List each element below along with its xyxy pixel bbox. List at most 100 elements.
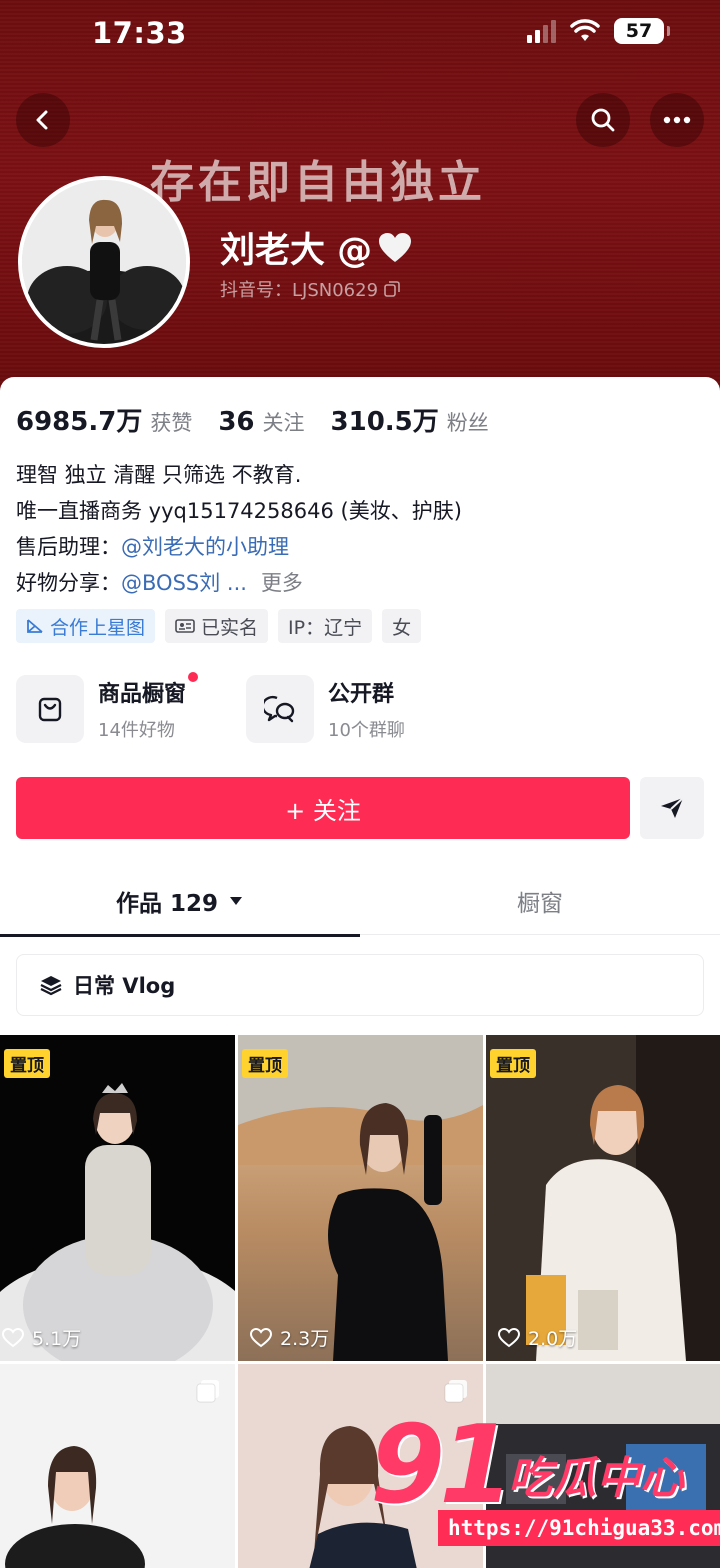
caret-down-icon	[230, 897, 243, 905]
heart-outline-icon	[250, 1327, 272, 1347]
service-public-group[interactable]: 公开群 10个群聊	[246, 675, 446, 743]
banner-text: 存在即自由独立	[150, 157, 486, 208]
tab-label: 橱窗	[517, 891, 563, 917]
bio-line: 售后助理：@刘老大的小助理	[16, 529, 462, 565]
video-thumbnail[interactable]: 置顶 5.1万	[0, 1035, 235, 1361]
tag-gender: 女	[382, 609, 422, 643]
tab-label: 作品 129	[115, 891, 219, 917]
avatar[interactable]	[18, 176, 190, 348]
service-shop-window[interactable]: 商品橱窗 14件好物	[16, 672, 216, 743]
signal-icon	[527, 19, 556, 43]
back-button[interactable]	[16, 93, 70, 147]
multi-photo-icon	[444, 1380, 467, 1403]
profile-tags: 合作上星图 已实名 IP：辽宁 女	[16, 609, 422, 643]
service-title: 商品橱窗	[98, 672, 199, 708]
avatar-photo	[22, 180, 186, 344]
notification-dot	[188, 672, 199, 682]
nickname-text: 刘老大 @	[220, 231, 373, 271]
copy-icon[interactable]	[384, 281, 400, 297]
layers-icon	[40, 976, 62, 996]
bio-prefix: 好物分享：	[16, 571, 121, 595]
shop-bag-icon	[16, 675, 84, 743]
send-icon	[661, 797, 684, 818]
watermark-text: 吃瓜中心	[508, 1453, 684, 1504]
more-button[interactable]	[650, 93, 704, 147]
bio-line: 唯一直播商务 yyq15174258646 (美妆、护肤)	[16, 499, 462, 523]
douyin-id[interactable]: 抖音号：LJSN0629	[220, 276, 400, 302]
assistant-mention-link[interactable]: @刘老大的小助理	[121, 535, 289, 559]
pinned-badge: 置顶	[490, 1049, 536, 1078]
battery-icon: 57	[614, 18, 670, 44]
collection-chip[interactable]: 日常 Vlog	[16, 954, 704, 1016]
follow-label: + 关注	[285, 796, 361, 825]
video-likes: 2.0万	[498, 1324, 577, 1351]
id-card-icon	[175, 619, 195, 633]
tag-verified[interactable]: 已实名	[165, 609, 269, 643]
profile-nickname: 刘老大 @	[220, 222, 412, 273]
watermark-logo: 91	[370, 1403, 514, 1528]
bio-more-link[interactable]: 更多	[261, 571, 303, 595]
stat-label: 粉丝	[446, 411, 489, 435]
video-cover	[238, 1035, 483, 1361]
video-cover	[0, 1083, 235, 1361]
more-icon	[663, 116, 691, 124]
boss-mention-link[interactable]: @BOSS刘 ...	[121, 571, 247, 595]
stat-value: 36	[218, 407, 255, 437]
profile-header: 17:33 57 存在即自由独立 刘老大 @ 抖音号：LJSN0629	[0, 0, 720, 395]
service-subtitle: 14件好物	[98, 720, 175, 741]
tag-label: 女	[392, 616, 412, 639]
video-thumbnail[interactable]: 置顶 2.0万	[486, 1035, 720, 1361]
stat-label: 关注	[262, 411, 305, 435]
bio-line: 好物分享：@BOSS刘 ... 更多	[16, 565, 462, 601]
stat-likes[interactable]: 6985.7万 获赞	[16, 401, 192, 438]
tag-label: 已实名	[201, 616, 259, 639]
pinned-badge: 置顶	[242, 1049, 288, 1078]
stat-following[interactable]: 36 关注	[218, 407, 304, 437]
status-time: 17:33	[92, 16, 187, 50]
tag-ip: IP：辽宁	[278, 609, 373, 643]
video-likes: 2.3万	[250, 1324, 329, 1351]
tag-label: 合作上星图	[50, 616, 146, 639]
video-likes: 5.1万	[2, 1324, 81, 1351]
search-button[interactable]	[576, 93, 630, 147]
likes-count: 2.0万	[528, 1328, 578, 1350]
pinned-badge: 置顶	[4, 1049, 50, 1078]
heart-outline-icon	[498, 1327, 520, 1347]
site-watermark: 91 吃瓜中心 https://91chigua33.com	[370, 1403, 720, 1552]
stat-label: 获赞	[150, 411, 193, 435]
video-thumbnail[interactable]: 置顶 2.3万	[238, 1035, 483, 1361]
status-icons: 57	[527, 18, 670, 44]
search-icon	[591, 108, 615, 132]
stat-value: 6985.7万	[16, 407, 143, 437]
heart-outline-icon	[2, 1327, 24, 1347]
content-tabs: 作品 129 橱窗	[0, 867, 720, 937]
watermark-url: https://91chigua33.com	[438, 1510, 720, 1546]
chat-group-icon	[246, 675, 314, 743]
profile-panel: 6985.7万 获赞 36 关注 310.5万 粉丝 理智 独立 清醒 只筛选 …	[0, 377, 720, 1568]
tab-underline	[0, 934, 360, 937]
tab-showcase[interactable]: 橱窗	[360, 867, 720, 935]
video-cover	[486, 1035, 720, 1361]
profile-bio: 理智 独立 清醒 只筛选 不教育. 唯一直播商务 yyq15174258646 …	[16, 457, 462, 601]
likes-count: 5.1万	[32, 1328, 82, 1350]
profile-stats: 6985.7万 获赞 36 关注 310.5万 粉丝	[16, 401, 489, 438]
tag-xingtu[interactable]: 合作上星图	[16, 609, 156, 643]
heart-icon	[379, 232, 412, 262]
douyin-id-text: 抖音号：LJSN0629	[220, 280, 379, 301]
follow-button[interactable]: + 关注	[16, 777, 630, 839]
share-button[interactable]	[640, 777, 704, 839]
star-map-icon	[27, 619, 43, 633]
stat-value: 310.5万	[330, 407, 439, 437]
service-title: 公开群	[328, 682, 395, 707]
wifi-icon	[570, 19, 600, 41]
service-subtitle: 10个群聊	[328, 720, 405, 741]
stat-followers[interactable]: 310.5万 粉丝	[331, 401, 489, 438]
collection-label: 日常 Vlog	[73, 974, 176, 998]
bio-prefix: 售后助理：	[16, 535, 121, 559]
profile-services: 商品橱窗 14件好物 公开群 10个群聊	[16, 672, 446, 743]
tab-works[interactable]: 作品 129	[0, 867, 360, 937]
chevron-left-icon	[36, 110, 48, 130]
multi-photo-icon	[196, 1380, 219, 1403]
likes-count: 2.3万	[280, 1328, 330, 1350]
video-thumbnail[interactable]	[0, 1364, 235, 1568]
